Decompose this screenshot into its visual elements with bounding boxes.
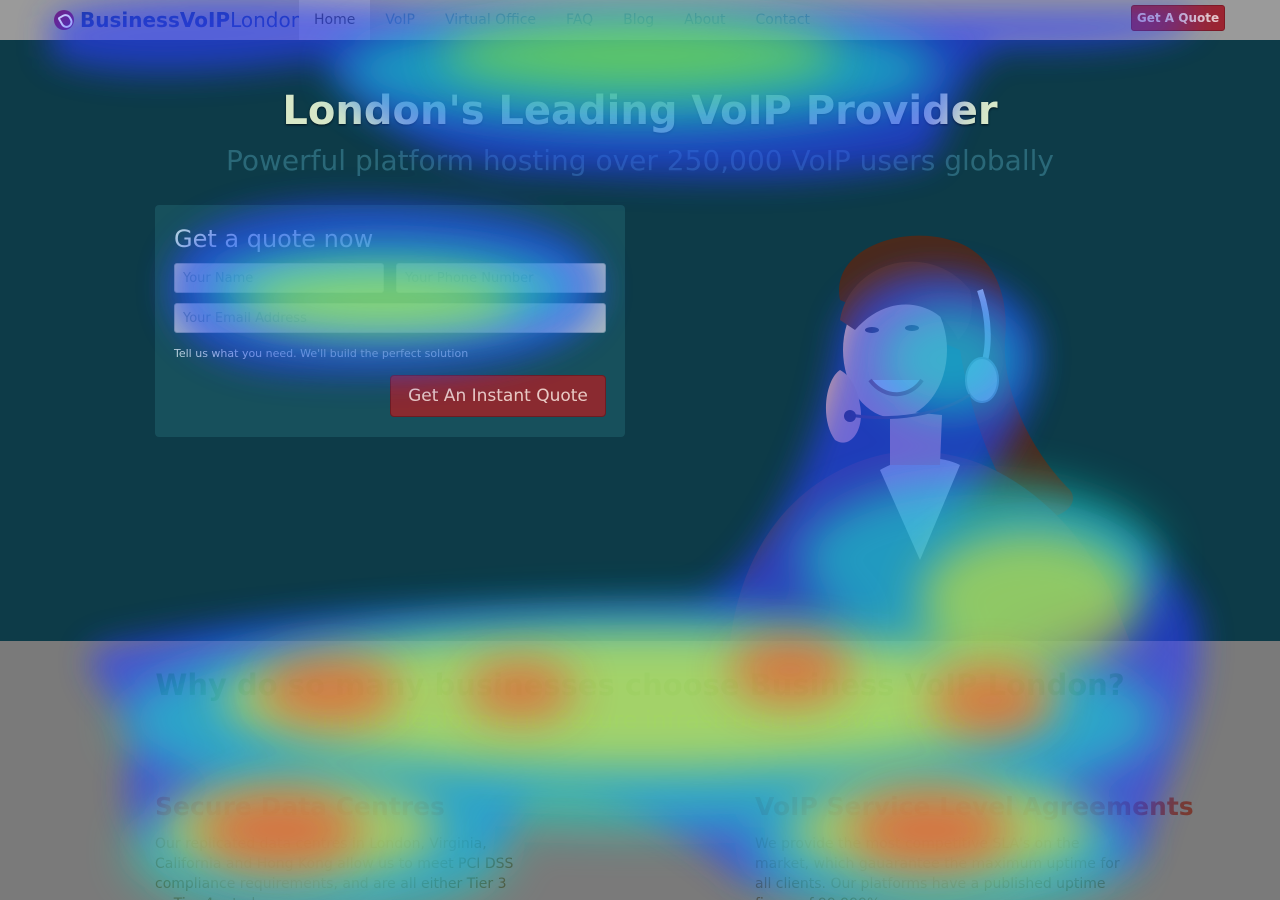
nav-blog[interactable]: Blog (608, 0, 669, 40)
nav-voip[interactable]: VoIP (370, 0, 430, 40)
feature-title-data-centres: Secure Data Centres (155, 792, 445, 821)
site-logo[interactable]: BusinessVoIPLondon (54, 8, 303, 32)
feature-text-data-centres: Our replicated data centres in London, V… (155, 836, 514, 900)
phone-input[interactable] (396, 263, 606, 293)
main-nav: Home VoIP Virtual Office FAQ Blog About … (299, 0, 825, 40)
hero-title: London's Leading VoIP Provider (282, 88, 998, 134)
nav-virtual-office[interactable]: Virtual Office (430, 0, 551, 40)
nav-contact[interactable]: Contact (741, 0, 825, 40)
top-nav-bar: BusinessVoIPLondon Home VoIP Virtual Off… (0, 0, 1280, 40)
why-heading: Why do so many businesses choose Busines… (155, 668, 1125, 702)
get-a-quote-button[interactable]: Get A Quote (1131, 5, 1225, 31)
logo-text-light: London (230, 8, 304, 32)
feature-text-sla: We provide the most competitive SLA's on… (755, 836, 1120, 900)
hero-subtitle: Powerful platform hosting over 250,000 V… (226, 144, 1054, 177)
quote-form-title: Get a quote now (174, 225, 374, 253)
nav-faq[interactable]: FAQ (551, 0, 608, 40)
quote-form-hint: Tell us what you need. We'll build the p… (174, 347, 469, 360)
name-input[interactable] (174, 263, 384, 293)
nav-home[interactable]: Home (299, 0, 371, 40)
nav-about[interactable]: About (669, 0, 740, 40)
support-agent-image (730, 235, 1130, 641)
speech-bubble-icon (54, 10, 74, 30)
instant-quote-button[interactable]: Get An Instant Quote (390, 375, 606, 417)
logo-text: BusinessVoIPLondon (80, 8, 303, 32)
why-subheading: Simple deployment. Secure infrastructure… (306, 706, 974, 734)
feature-title-sla: VoIP Service Level Agreements (755, 792, 1194, 821)
email-input[interactable] (174, 303, 606, 333)
logo-text-bold: BusinessVoIP (80, 8, 231, 32)
quote-form: Get a quote now Tell us what you need. W… (155, 205, 625, 437)
hero-section: London's Leading VoIP Provider Powerful … (0, 40, 1280, 641)
